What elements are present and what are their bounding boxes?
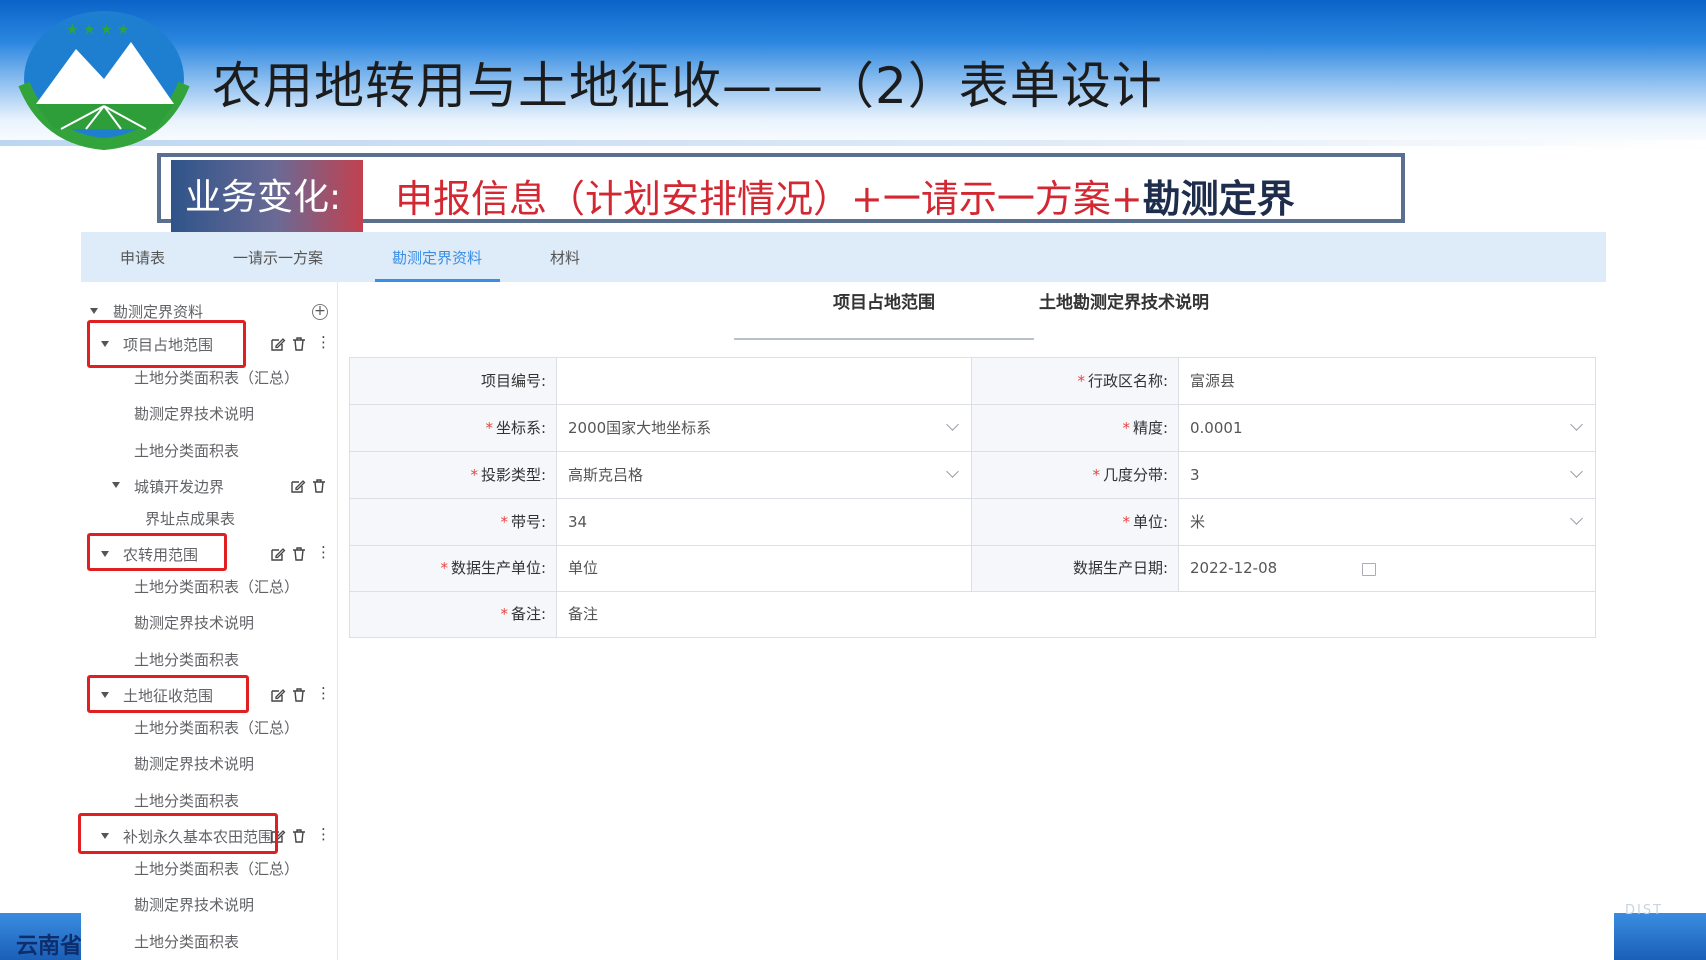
subtab-project-scope[interactable]: 项目占地范围 [833,288,935,313]
subtab-tech-description[interactable]: 土地勘测定界技术说明 [1039,288,1209,313]
delete-icon[interactable] [311,478,327,494]
remark-label: * 备注: [350,592,557,637]
more-icon[interactable]: ⋮ [316,825,331,843]
chevron-down-icon [1570,512,1583,525]
tree-leaf[interactable]: 土地分类面积表 [134,440,239,461]
more-icon[interactable]: ⋮ [316,333,331,351]
chevron-down-icon [1570,418,1583,431]
projection-select[interactable]: 高斯克吕格 [557,452,972,499]
more-icon[interactable]: ⋮ [316,684,331,702]
edit-icon[interactable] [270,336,286,352]
chevron-down-icon [1570,465,1583,478]
precision-label: * 精度: [972,405,1179,452]
tab-bar: 申请表 一请示一方案 勘测定界资料 材料 [81,232,1606,282]
zone-number-label: * 带号: [350,499,557,546]
tree-leaf[interactable]: 勘测定界技术说明 [134,753,254,774]
coord-system-select[interactable]: 2000国家大地坐标系 [557,405,972,452]
tree-leaf[interactable]: 土地分类面积表 [134,931,239,952]
caret-down-icon[interactable] [101,692,109,698]
active-tab-indicator [375,279,500,282]
tree-leaf[interactable]: 土地分类面积表（汇总） [134,858,299,879]
slide-title: 农用地转用与土地征收——（2）表单设计 [212,57,1163,115]
delete-icon[interactable] [291,546,307,562]
tree-leaf[interactable]: 勘测定界技术说明 [134,403,254,424]
chevron-down-icon [946,465,959,478]
add-circle-icon[interactable]: + [312,304,328,320]
production-date-picker[interactable]: 2022-12-08 [1179,546,1595,592]
banner-text: 申报信息（计划安排情况）+一请示一方案+勘测定界 [395,168,1295,223]
delete-icon[interactable] [291,828,307,844]
tree-group-conversion-scope[interactable]: 农转用范围 [123,544,198,565]
calendar-icon[interactable] [1362,563,1376,576]
footer-right-band [1614,913,1706,960]
tree-group-expropriation-scope[interactable]: 土地征收范围 [123,685,213,706]
tree-leaf[interactable]: 土地分类面积表（汇总） [134,576,299,597]
footer-left-text: 云南省 [16,934,83,959]
precision-select[interactable]: 0.0001 [1179,405,1595,452]
project-no-label: 项目编号: [350,358,557,405]
zone-degree-label: * 几度分带: [972,452,1179,499]
footer-watermark: DIST [1625,903,1664,918]
edit-icon[interactable] [270,546,286,562]
caret-down-icon[interactable] [101,341,109,347]
caret-down-icon[interactable] [101,551,109,557]
tree-leaf[interactable]: 土地分类面积表（汇总） [134,367,299,388]
header-rule [0,140,1706,146]
edit-icon[interactable] [270,828,286,844]
coord-system-label: * 坐标系: [350,405,557,452]
tree-leaf[interactable]: 土地分类面积表 [134,649,239,670]
remark-field[interactable]: 备注 [557,592,1595,637]
tab-request-plan[interactable]: 一请示一方案 [233,232,323,282]
tree-leaf[interactable]: 勘测定界技术说明 [134,612,254,633]
tab-materials[interactable]: 材料 [550,232,580,282]
caret-down-icon[interactable] [112,482,120,488]
tree-group-project-scope[interactable]: 项目占地范围 [123,334,213,355]
edit-icon[interactable] [290,478,306,494]
projection-label: * 投影类型: [350,452,557,499]
more-icon[interactable]: ⋮ [316,543,331,561]
unit-select[interactable]: 米 [1179,499,1595,546]
emblem-logo: ★ ★ ★ ★ [18,11,190,150]
tab-application-form[interactable]: 申请表 [120,232,165,282]
subtab-indicator [734,338,1034,340]
tree-leaf[interactable]: 界址点成果表 [145,508,235,529]
tree-leaf[interactable]: 土地分类面积表（汇总） [134,717,299,738]
tree-group-farmland-compensation[interactable]: 补划永久基本农田范围 [123,826,273,847]
tree-leaf[interactable]: 勘测定界技术说明 [134,894,254,915]
unit-label: * 单位: [972,499,1179,546]
producer-label: * 数据生产单位: [350,546,557,592]
banner-label: 业务变化: [171,160,363,235]
admin-region-field[interactable]: 富源县 [1179,358,1595,405]
production-date-label: 数据生产日期: [972,546,1179,592]
admin-region-label: * 行政区名称: [972,358,1179,405]
banner-dark-text: 勘测定界 [1142,177,1295,221]
tree-leaf[interactable]: 土地分类面积表 [134,790,239,811]
zone-degree-select[interactable]: 3 [1179,452,1595,499]
survey-form: 项目编号: * 行政区名称: 富源县 * 坐标系: 2000国家大地坐标系 * 精度:… [349,357,1596,638]
tab-survey-materials[interactable]: 勘测定界资料 [392,232,482,282]
delete-icon[interactable] [291,687,307,703]
caret-down-icon[interactable] [90,308,98,314]
banner-red-text: 申报信息（计划安排情况）+一请示一方案+ [395,177,1143,221]
tree-root[interactable]: 勘测定界资料 [113,301,203,322]
edit-icon[interactable] [270,687,286,703]
chevron-down-icon [946,418,959,431]
svg-text:★ ★ ★ ★: ★ ★ ★ ★ [66,22,130,38]
project-no-field[interactable] [557,358,972,405]
producer-field[interactable]: 单位 [557,546,972,592]
delete-icon[interactable] [291,336,307,352]
caret-down-icon[interactable] [101,833,109,839]
zone-number-field[interactable]: 34 [557,499,972,546]
tree-subgroup-urban-boundary[interactable]: 城镇开发边界 [134,476,224,497]
